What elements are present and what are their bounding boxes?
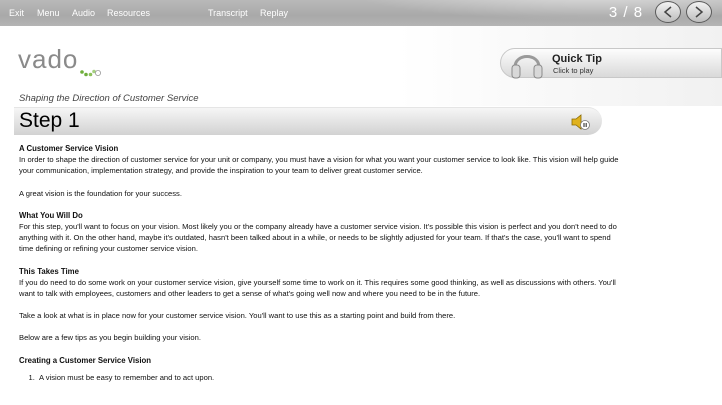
- next-button[interactable]: [686, 1, 712, 23]
- top-toolbar: Exit Menu Audio Resources Transcript Rep…: [0, 0, 722, 26]
- section-heading: What You Will Do: [19, 210, 83, 220]
- transcript-menu-item[interactable]: Transcript: [208, 0, 248, 26]
- paragraph: Below are a few tips as you begin buildi…: [19, 333, 201, 343]
- logo-dots-icon: [80, 69, 101, 77]
- previous-button[interactable]: [655, 1, 681, 23]
- replay-menu-item[interactable]: Replay: [260, 0, 288, 26]
- tagline: Shaping the Direction of Customer Servic…: [19, 93, 199, 104]
- quick-tip-subtitle: Click to play: [553, 66, 594, 75]
- page-counter: 3 / 8: [608, 4, 644, 21]
- step-header-bar: Step 1: [14, 107, 602, 135]
- section-heading: Creating a Customer Service Vision: [19, 355, 152, 365]
- resources-menu-item[interactable]: Resources: [107, 0, 150, 26]
- section-heading: A Customer Service Vision: [19, 144, 119, 153]
- paragraph: Take a look at what is in place now for …: [19, 311, 456, 321]
- section-heading: This Takes Time: [19, 266, 79, 276]
- speaker-icon[interactable]: [570, 113, 592, 131]
- tips-list: A vision must be easy to remember and to…: [19, 372, 619, 383]
- step-title: Step 1: [19, 109, 80, 132]
- menu-menu-item[interactable]: Menu: [37, 0, 60, 26]
- chevron-right-icon: [695, 6, 704, 18]
- paragraph: For this step, you'll want to focus on y…: [19, 222, 617, 254]
- chevron-left-icon: [663, 6, 672, 18]
- step-content: A Customer Service Vision In order to sh…: [19, 143, 619, 383]
- paragraph: In order to shape the direction of custo…: [19, 155, 619, 176]
- quick-tip-button[interactable]: Quick Tip Click to play: [500, 48, 722, 79]
- quick-tip-title: Quick Tip: [552, 53, 602, 65]
- audio-menu-item[interactable]: Audio: [72, 0, 95, 26]
- brand-logo: vado: [18, 44, 79, 74]
- paragraph: A great vision is the foundation for you…: [19, 188, 182, 198]
- paragraph: If you do need to do some work on your c…: [19, 277, 616, 299]
- headphones-icon: [511, 55, 543, 79]
- exit-menu-item[interactable]: Exit: [9, 0, 24, 26]
- list-item: A vision must be easy to remember and to…: [37, 372, 619, 383]
